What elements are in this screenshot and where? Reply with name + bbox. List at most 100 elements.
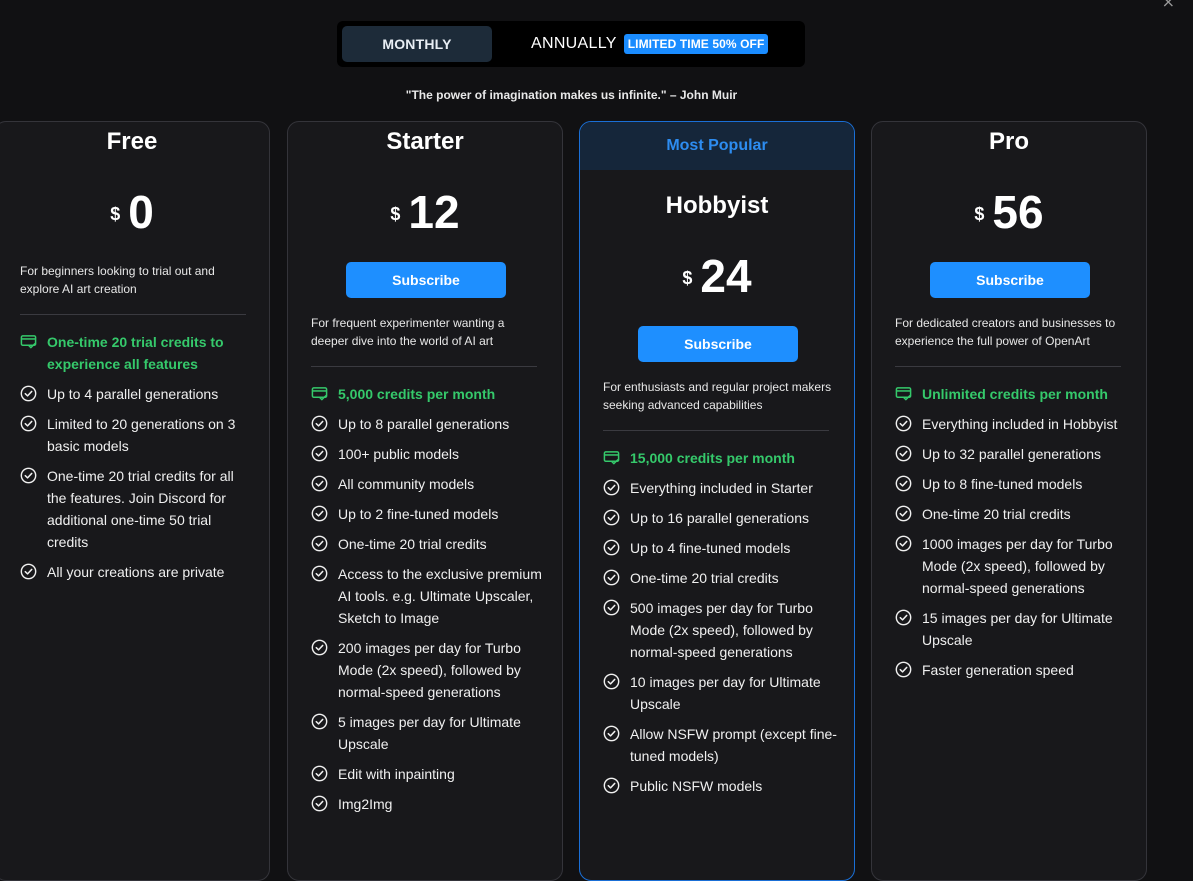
- check-circle-icon: [311, 713, 328, 730]
- feature-item: Edit with inpainting: [311, 763, 547, 785]
- feature-item: All your creations are private: [20, 561, 256, 583]
- feature-text: All community models: [338, 476, 475, 492]
- feature-text: 15 images per day for Ultimate Upscale: [922, 610, 1113, 648]
- plan-price: $ 24: [580, 251, 854, 301]
- feature-text: Everything included in Starter: [630, 480, 813, 496]
- feature-text: One-time 20 trial credits for all the fe…: [47, 468, 234, 550]
- feature-text: Everything included in Hobbyist: [922, 416, 1118, 432]
- currency-symbol: $: [682, 267, 693, 288]
- feature-item: Public NSFW models: [603, 775, 839, 797]
- feature-text: Allow NSFW prompt (except fine-tuned mod…: [630, 726, 837, 764]
- feature-text: Unlimited credits per month: [922, 386, 1108, 402]
- feature-text: Access to the exclusive premium AI tools…: [338, 566, 542, 626]
- feature-text: Up to 2 fine-tuned models: [338, 506, 499, 522]
- check-circle-icon: [895, 415, 912, 432]
- feature-item: One-time 20 trial credits: [603, 567, 839, 589]
- subscribe-button[interactable]: Subscribe: [346, 262, 506, 298]
- plan-name: Pro: [988, 128, 1029, 155]
- divider: [895, 366, 1121, 367]
- check-circle-icon: [603, 599, 620, 616]
- feature-item: Img2Img: [311, 793, 547, 815]
- feature-item: 200 images per day for Turbo Mode (2x sp…: [311, 637, 547, 703]
- feature-text: Up to 8 parallel generations: [338, 416, 510, 432]
- feature-item: All community models: [311, 473, 547, 495]
- plan-description: For beginners looking to trial out and e…: [20, 264, 215, 296]
- plan-name: Starter: [386, 128, 464, 155]
- check-circle-icon: [603, 777, 620, 794]
- check-circle-icon: [20, 467, 37, 484]
- currency-symbol: $: [110, 203, 121, 224]
- feature-item: One-time 20 trial credits for all the fe…: [20, 465, 256, 553]
- feature-list: Unlimited credits per month Everything in…: [895, 383, 1131, 689]
- currency-symbol: $: [974, 203, 985, 224]
- close-icon[interactable]: ×: [1162, 0, 1175, 10]
- feature-item: Up to 8 fine-tuned models: [895, 473, 1131, 495]
- price-amount: 56: [992, 186, 1044, 238]
- credit-card-check-icon: [20, 333, 37, 350]
- credits-feature: Unlimited credits per month: [895, 383, 1131, 405]
- currency-symbol: $: [390, 203, 401, 224]
- check-circle-icon: [603, 673, 620, 690]
- feature-item: Limited to 20 generations on 3 basic mod…: [20, 413, 256, 457]
- feature-text: One-time 20 trial credits: [338, 536, 487, 552]
- feature-item: Everything included in Starter: [603, 477, 839, 499]
- feature-text: Up to 8 fine-tuned models: [922, 476, 1083, 492]
- credit-card-check-icon: [603, 449, 620, 466]
- check-circle-icon: [20, 563, 37, 580]
- check-circle-icon: [311, 639, 328, 656]
- feature-item: Up to 8 parallel generations: [311, 413, 547, 435]
- feature-item: 5 images per day for Ultimate Upscale: [311, 711, 547, 755]
- plan-price: $ 56: [872, 187, 1146, 237]
- plan-name: Hobbyist: [665, 192, 769, 219]
- check-circle-icon: [311, 765, 328, 782]
- check-circle-icon: [20, 415, 37, 432]
- check-circle-icon: [311, 535, 328, 552]
- plan-description: For enthusiasts and regular project make…: [603, 380, 832, 412]
- feature-item: 15 images per day for Ultimate Upscale: [895, 607, 1131, 651]
- credits-feature: 15,000 credits per month: [603, 447, 839, 469]
- plan-card-starter: Starter $ 12 Subscribe For frequent expe…: [287, 121, 563, 881]
- feature-text: 5 images per day for Ultimate Upscale: [338, 714, 521, 752]
- feature-text: 100+ public models: [338, 446, 460, 462]
- feature-text: Img2Img: [338, 796, 393, 812]
- check-circle-icon: [311, 445, 328, 462]
- feature-text: 200 images per day for Turbo Mode (2x sp…: [338, 640, 521, 700]
- feature-item: Faster generation speed: [895, 659, 1131, 681]
- feature-text: Up to 32 parallel generations: [922, 446, 1102, 462]
- feature-text: Up to 4 fine-tuned models: [630, 540, 791, 556]
- check-circle-icon: [895, 445, 912, 462]
- feature-text: 10 images per day for Ultimate Upscale: [630, 674, 821, 712]
- feature-item: 100+ public models: [311, 443, 547, 465]
- annually-tab[interactable]: ANNUALLY LIMITED TIME 50% OFF: [531, 33, 769, 55]
- credits-feature: One-time 20 trial credits to experience …: [20, 331, 256, 375]
- divider: [603, 430, 829, 431]
- check-circle-icon: [311, 475, 328, 492]
- annually-label: ANNUALLY: [531, 35, 617, 52]
- feature-text: One-time 20 trial credits: [630, 570, 779, 586]
- feature-item: Access to the exclusive premium AI tools…: [311, 563, 547, 629]
- feature-item: 1000 images per day for Turbo Mode (2x s…: [895, 533, 1131, 599]
- check-circle-icon: [603, 509, 620, 526]
- feature-item: Up to 4 parallel generations: [20, 383, 256, 405]
- plan-description: For frequent experimenter wanting a deep…: [311, 316, 505, 348]
- feature-text: 15,000 credits per month: [630, 450, 795, 466]
- monthly-tab[interactable]: MONTHLY: [342, 26, 492, 62]
- check-circle-icon: [20, 385, 37, 402]
- check-circle-icon: [895, 475, 912, 492]
- subscribe-button[interactable]: Subscribe: [638, 326, 798, 362]
- discount-badge: LIMITED TIME 50% OFF: [623, 34, 769, 54]
- feature-text: 500 images per day for Turbo Mode (2x sp…: [630, 600, 813, 660]
- check-circle-icon: [603, 569, 620, 586]
- credit-card-check-icon: [311, 385, 328, 402]
- subscribe-button[interactable]: Subscribe: [930, 262, 1090, 298]
- check-circle-icon: [603, 479, 620, 496]
- feature-text: Up to 16 parallel generations: [630, 510, 810, 526]
- check-circle-icon: [895, 609, 912, 626]
- divider: [20, 314, 246, 315]
- divider: [311, 366, 537, 367]
- price-amount: 0: [128, 186, 154, 238]
- feature-item: Everything included in Hobbyist: [895, 413, 1131, 435]
- plan-card-hobbyist: Most Popular Hobbyist $ 24 Subscribe For…: [579, 121, 855, 881]
- feature-text: 1000 images per day for Turbo Mode (2x s…: [922, 536, 1113, 596]
- feature-text: One-time 20 trial credits: [922, 506, 1071, 522]
